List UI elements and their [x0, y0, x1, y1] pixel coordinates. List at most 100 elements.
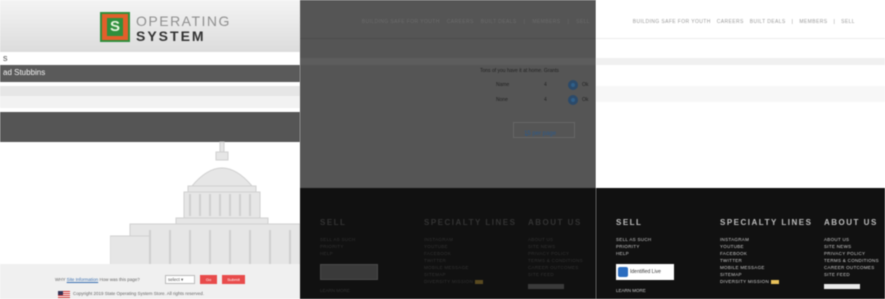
footer-link[interactable]: YOUTUBE	[720, 243, 812, 250]
nav-bar-label[interactable]: ad Stubbins	[3, 68, 45, 77]
chevron-down-icon: ⌄	[524, 132, 530, 138]
footer-link[interactable]: SITE NEWS	[824, 243, 879, 250]
footer-link[interactable]: MOBILE MESSAGE	[424, 264, 516, 271]
top-nav-item[interactable]: SELL	[841, 19, 855, 25]
content-strip	[300, 58, 596, 65]
footer-link-text: DIVERSITY MISSION	[424, 279, 474, 284]
feedback-prefix: WHY	[55, 277, 67, 282]
row-value: 4	[544, 82, 547, 88]
capitol-dome-icon	[110, 141, 300, 270]
footer-link[interactable]: PRIVACY POLICY	[824, 250, 879, 257]
footer-heading: SELL	[320, 218, 347, 227]
panel-overlay-page: BUILDING SAFE FOR YOUTH CAREERS BUILT DE…	[300, 0, 596, 299]
top-nav-item[interactable]: SELL	[576, 19, 590, 25]
chevron-down-icon: ▾	[181, 277, 184, 282]
verified-badge[interactable]: Identified Live	[616, 264, 674, 280]
footer-link[interactable]: INSTAGRAM	[720, 236, 812, 243]
breadcrumb[interactable]: s	[3, 52, 8, 64]
footer-heading: SPECIALTY LINES	[720, 218, 813, 227]
footer-link[interactable]: TERMS & CONDITIONS	[824, 257, 879, 264]
new-badge-icon	[771, 279, 780, 284]
feedback-select[interactable]: select ▾	[165, 275, 195, 284]
top-nav-item[interactable]: BUILT DEALS	[750, 19, 786, 25]
site-footer: SELL SELL AS SUCH PRIORITY HELP Identifi…	[596, 188, 885, 299]
top-nav-item[interactable]: MEMBERS	[532, 19, 560, 25]
row-tail: Ok	[582, 82, 589, 88]
top-nav-item[interactable]: BUILDING SAFE FOR YOUTH	[362, 19, 440, 25]
footer-heading: ABOUT US	[528, 218, 582, 227]
panel-site-page: S OPERATING SYSTEM s ad Stubbins WHY Sit…	[0, 0, 300, 299]
learn-more-link[interactable]: LEARN MORE	[320, 288, 350, 293]
footer-link[interactable]: PRIORITY	[616, 243, 651, 250]
feedback-question-text: How was this page?	[98, 277, 140, 282]
footer-link[interactable]: SITE NEWS	[528, 243, 583, 250]
footer-link[interactable]: ABOUT US	[824, 236, 879, 243]
footer-link[interactable]: SELL AS SUCH	[320, 236, 355, 243]
top-nav-item[interactable]: MEMBERS	[799, 19, 827, 25]
footer-link[interactable]: SELL AS SUCH	[616, 236, 651, 243]
footer-link[interactable]: HELP	[320, 250, 355, 257]
submit-button[interactable]: Submit	[222, 275, 245, 284]
footer-link[interactable]: MOBILE MESSAGE	[720, 264, 812, 271]
go-button[interactable]: Go	[200, 275, 217, 284]
verified-check-icon	[618, 267, 628, 277]
divider	[300, 38, 596, 39]
top-nav-item[interactable]: BUILT DEALS	[481, 19, 517, 25]
footer-link[interactable]: TWITTER	[424, 257, 516, 264]
footer-link[interactable]: PRIVACY POLICY	[528, 250, 583, 257]
footer-link[interactable]: FACEBOOK	[720, 250, 812, 257]
footer-link[interactable]: CAREER OUTCOMES	[824, 264, 879, 271]
verified-label: Identified Live	[630, 269, 661, 275]
shipping-badge[interactable]	[824, 284, 860, 289]
footer-column-about: ABOUT US ABOUT US SITE NEWS PRIVACY POLI…	[528, 218, 583, 278]
footer-link[interactable]: SITEMAP	[720, 271, 812, 278]
footer-link[interactable]: DIVERSITY MISSION	[424, 278, 516, 285]
circle-info-icon[interactable]	[568, 80, 578, 90]
main-nav-bar[interactable]: ad Stubbins	[0, 65, 300, 82]
top-nav-item[interactable]: BUILDING SAFE FOR YOUTH	[633, 19, 711, 25]
shipping-badge[interactable]	[528, 284, 564, 289]
footer-link[interactable]: FACEBOOK	[424, 250, 516, 257]
logo-text-top: OPERATING	[136, 13, 231, 29]
feedback-question: WHY Site Information How was this page?	[55, 277, 140, 282]
footer-link[interactable]: SITEMAP	[424, 271, 516, 278]
top-nav-divider: |	[791, 19, 794, 25]
footer-link[interactable]: CAREER OUTCOMES	[528, 264, 583, 271]
footer-column-sell: SELL SELL AS SUCH PRIORITY HELP	[320, 218, 355, 257]
footer-link[interactable]: ABOUT US	[528, 236, 583, 243]
header-band: S OPERATING SYSTEM	[0, 0, 300, 52]
submit-button-label: Submit	[227, 277, 240, 282]
footer-column-specialty: SPECIALTY LINES INSTAGRAM YOUTUBE FACEBO…	[424, 218, 516, 285]
feedback-select-value: select	[168, 277, 180, 282]
footer-link[interactable]: SITE FEED	[824, 271, 879, 278]
footer-link[interactable]: TERMS & CONDITIONS	[528, 257, 583, 264]
footer-link[interactable]: SITE FEED	[528, 271, 583, 278]
circle-info-icon[interactable]	[568, 95, 578, 105]
top-nav: BUILDING SAFE FOR YOUTH CAREERS BUILT DE…	[362, 19, 590, 25]
per-page-select[interactable]: 15 per page ⌄	[513, 122, 575, 138]
footer-link[interactable]: HELP	[616, 250, 651, 257]
footer-link[interactable]: INSTAGRAM	[424, 236, 516, 243]
logo-icon[interactable]: S	[100, 12, 130, 42]
row-value: 4	[544, 97, 547, 103]
us-flag-icon	[58, 291, 70, 298]
list-item[interactable]: Name 4 Ok	[496, 80, 596, 90]
feedback-link[interactable]: Site Information	[67, 277, 99, 282]
verified-badge[interactable]	[320, 264, 378, 280]
panel-clean-page: BUILDING SAFE FOR YOUTH CAREERS BUILT DE…	[596, 0, 885, 299]
list-item[interactable]: None 4 Ok	[496, 95, 596, 105]
top-nav-item[interactable]: CAREERS	[447, 19, 474, 25]
row-label: None	[496, 97, 508, 103]
divider	[596, 38, 885, 39]
logo-letter: S	[107, 18, 123, 36]
top-nav-item[interactable]: CAREERS	[717, 19, 744, 25]
footer-link[interactable]: YOUTUBE	[424, 243, 516, 250]
top-nav: BUILDING SAFE FOR YOUTH CAREERS BUILT DE…	[633, 19, 855, 25]
new-badge-icon	[475, 279, 484, 284]
go-button-label: Go	[205, 277, 212, 282]
footer-link[interactable]: TWITTER	[720, 257, 812, 264]
footer-heading: ABOUT US	[824, 218, 878, 227]
learn-more-link[interactable]: LEARN MORE	[616, 288, 646, 293]
footer-link[interactable]: PRIORITY	[320, 243, 355, 250]
footer-link[interactable]: DIVERSITY MISSION	[720, 278, 812, 285]
